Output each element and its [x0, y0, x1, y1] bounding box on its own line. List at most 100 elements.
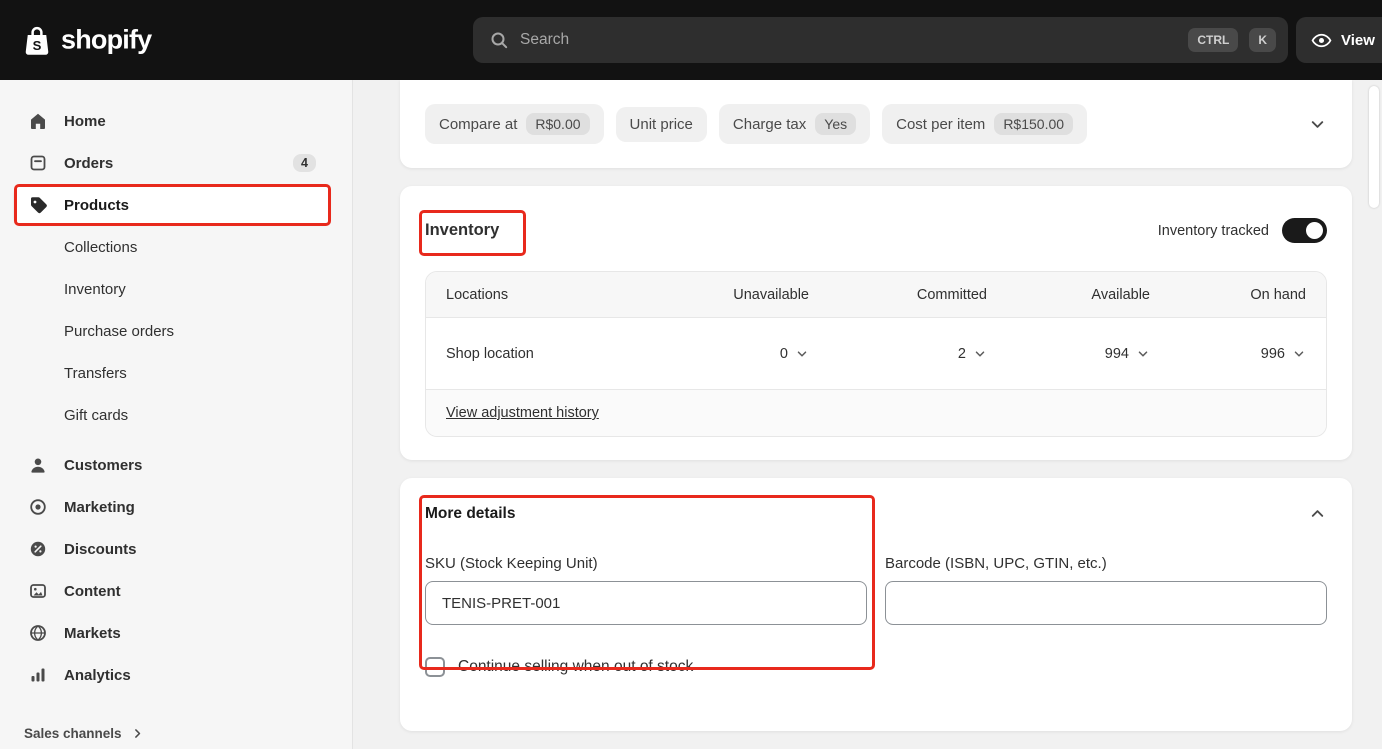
col-header-locations: Locations — [446, 286, 509, 303]
inventory-card: Inventory Inventory tracked Locations Un… — [400, 186, 1352, 460]
sub-item-label: Collections — [64, 238, 138, 256]
inventory-table-footer: View adjustment history — [426, 390, 1326, 436]
sidebar: Home Orders 4 Products Collections Inven… — [0, 80, 353, 749]
sku-input[interactable] — [425, 581, 867, 625]
markets-globe-icon — [28, 623, 48, 643]
sales-channels-label: Sales channels — [24, 725, 122, 741]
pill-label: Charge tax — [732, 115, 807, 133]
chevron-down-icon — [1292, 347, 1306, 361]
search-icon — [489, 30, 509, 50]
col-header-on-hand: On hand — [1250, 286, 1306, 303]
table-row: Shop location 0 2 994 996 — [426, 318, 1326, 390]
shopify-logo[interactable]: S shopify — [22, 24, 152, 57]
compare-at-value-badge: R$0.00 — [526, 113, 590, 135]
scrollbar-thumb[interactable] — [1369, 86, 1379, 208]
chevron-down-icon — [1136, 347, 1150, 361]
sidebar-item-customers[interactable]: Customers — [14, 446, 330, 484]
search-placeholder: Search — [520, 31, 570, 48]
sidebar-item-home[interactable]: Home — [14, 102, 330, 140]
sidebar-item-discounts[interactable]: Discounts — [14, 530, 330, 568]
available-dropdown[interactable]: 994 — [987, 346, 1150, 362]
sales-channels-header[interactable]: Sales channels — [0, 717, 352, 749]
sidebar-item-markets[interactable]: Markets — [14, 614, 330, 652]
kbd-ctrl: CTRL — [1188, 28, 1239, 52]
inventory-tracked-toggle[interactable] — [1282, 218, 1327, 243]
cost-per-item-pill[interactable]: Cost per item R$150.00 — [882, 104, 1088, 144]
products-tag-icon — [28, 195, 48, 215]
on-hand-value: 996 — [1260, 345, 1285, 362]
sidebar-item-label: Customers — [64, 456, 143, 474]
chevron-down-icon — [973, 347, 987, 361]
sub-item-label: Inventory — [64, 280, 126, 298]
sidebar-item-content[interactable]: Content — [14, 572, 330, 610]
global-search-input[interactable]: Search CTRL K — [473, 17, 1288, 63]
discounts-icon — [28, 539, 48, 559]
kbd-k: K — [1249, 28, 1276, 52]
more-details-title: More details — [425, 504, 516, 522]
committed-dropdown[interactable]: 2 — [809, 346, 987, 362]
chevron-down-icon[interactable] — [1308, 115, 1327, 134]
sidebar-item-purchase-orders[interactable]: Purchase orders — [14, 312, 330, 350]
customers-icon — [28, 455, 48, 475]
sidebar-item-collections[interactable]: Collections — [14, 228, 330, 266]
continue-selling-row: Continue selling when out of stock — [425, 657, 1327, 677]
svg-text:S: S — [33, 38, 42, 53]
sidebar-item-orders[interactable]: Orders 4 — [14, 144, 330, 182]
sidebar-item-label: Products — [64, 196, 130, 214]
sidebar-item-inventory[interactable]: Inventory — [14, 270, 330, 308]
chevron-up-icon[interactable] — [1308, 504, 1327, 523]
sidebar-item-label: Orders — [64, 154, 114, 172]
sidebar-item-products[interactable]: Products — [14, 186, 330, 224]
sidebar-item-transfers[interactable]: Transfers — [14, 354, 330, 392]
view-adjustment-history-link[interactable]: View adjustment history — [446, 405, 599, 421]
sidebar-item-label: Home — [64, 112, 106, 130]
barcode-input[interactable] — [885, 581, 1327, 625]
sku-label: SKU (Stock Keeping Unit) — [425, 555, 598, 572]
sidebar-item-gift-cards[interactable]: Gift cards — [14, 396, 330, 434]
chevron-right-icon — [131, 727, 144, 740]
pill-label: Cost per item — [896, 115, 986, 133]
inventory-table: Locations Unavailable Committed Availabl… — [425, 271, 1327, 437]
compare-at-pill[interactable]: Compare at R$0.00 — [425, 104, 604, 144]
topbar: S shopify Search CTRL K View — [0, 0, 1382, 80]
sidebar-item-label: Analytics — [64, 666, 131, 684]
view-button[interactable]: View — [1296, 17, 1382, 63]
charge-tax-pill[interactable]: Charge tax Yes — [718, 104, 871, 144]
barcode-label: Barcode (ISBN, UPC, GTIN, etc.) — [885, 555, 1107, 572]
sku-field-group: SKU (Stock Keeping Unit) — [425, 555, 867, 625]
charge-tax-value-badge: Yes — [815, 113, 857, 135]
view-button-label: View — [1341, 31, 1375, 49]
continue-selling-label: Continue selling when out of stock — [458, 658, 694, 675]
sidebar-item-marketing[interactable]: Marketing — [14, 488, 330, 526]
sidebar-item-label: Content — [64, 582, 121, 600]
cost-per-item-value-badge: R$150.00 — [994, 113, 1074, 135]
more-details-header: More details — [425, 504, 1327, 523]
more-details-fields: SKU (Stock Keeping Unit) Barcode (ISBN, … — [425, 555, 1327, 625]
sidebar-item-analytics[interactable]: Analytics — [14, 656, 330, 694]
sub-item-label: Transfers — [64, 364, 127, 382]
eye-icon — [1311, 30, 1332, 51]
on-hand-dropdown[interactable]: 996 — [1150, 346, 1306, 362]
pill-label: Compare at — [439, 115, 518, 133]
col-header-unavailable: Unavailable — [733, 286, 809, 303]
inventory-card-header: Inventory Inventory tracked — [425, 218, 1327, 243]
col-header-available: Available — [1091, 286, 1150, 303]
chevron-down-icon — [795, 347, 809, 361]
main-content: Compare at R$0.00 Unit price Charge tax … — [353, 80, 1382, 749]
more-details-card: More details SKU (Stock Keeping Unit) Ba… — [400, 478, 1352, 731]
pricing-summary-card: Compare at R$0.00 Unit price Charge tax … — [400, 80, 1352, 168]
inventory-table-header-row: Locations Unavailable Committed Availabl… — [426, 272, 1326, 318]
available-value: 994 — [1104, 345, 1129, 362]
pill-label: Unit price — [629, 115, 693, 133]
sub-item-label: Purchase orders — [64, 322, 175, 340]
marketing-icon — [28, 497, 48, 517]
inventory-tracked-control: Inventory tracked — [1158, 218, 1327, 243]
unavailable-dropdown[interactable]: 0 — [627, 346, 809, 362]
continue-selling-checkbox[interactable] — [425, 657, 445, 677]
shopify-wordmark: shopify — [61, 24, 152, 55]
location-cell: Shop location — [446, 345, 534, 362]
unavailable-value: 0 — [779, 345, 788, 362]
pricing-pill-row: Compare at R$0.00 Unit price Charge tax … — [400, 80, 1352, 168]
content-icon — [28, 581, 48, 601]
unit-price-pill[interactable]: Unit price — [615, 106, 707, 142]
